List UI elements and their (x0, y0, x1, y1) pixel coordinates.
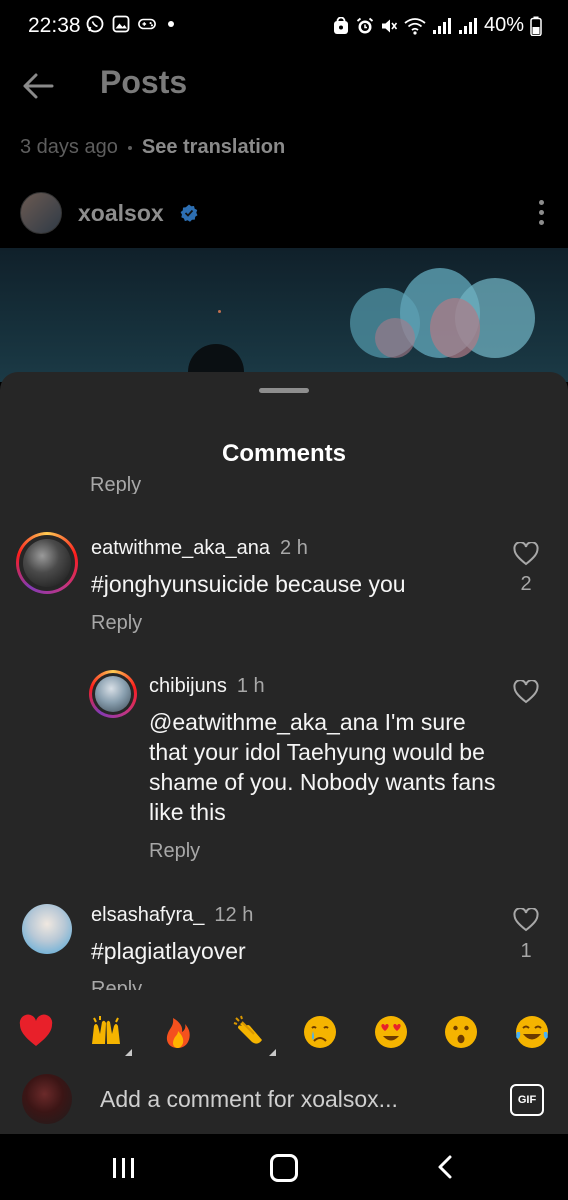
comment-avatar[interactable] (16, 532, 78, 594)
sheet-title: Comments (221, 440, 347, 467)
battery-percent: 40% (483, 14, 524, 36)
see-translation-link[interactable]: See translation (142, 136, 285, 159)
sheet-drag-handle[interactable] (259, 388, 309, 393)
author-username[interactable]: xoalsox (78, 200, 164, 227)
comment-time: 1 h (236, 675, 265, 697)
status-time: 22:38 (28, 14, 81, 37)
clapping-hands-emoji[interactable] (232, 1014, 276, 1056)
like-count: 2 (520, 573, 532, 595)
post-age: 3 days ago (20, 136, 118, 158)
emoji-quick-bar (0, 990, 568, 1066)
signal-1-icon (432, 17, 452, 35)
post-author[interactable]: xoalsox (20, 192, 198, 234)
back-arrow-icon[interactable] (20, 68, 56, 104)
comment-text: #jonghyunsuicide because you (91, 571, 406, 597)
author-avatar[interactable] (20, 192, 62, 234)
like-heart-icon[interactable] (513, 907, 539, 932)
page-title: Posts (100, 64, 188, 100)
gallery-icon (112, 15, 130, 33)
comment-username-row: elsashafyra_ 12 h (91, 904, 253, 927)
comment-avatar[interactable] (89, 670, 137, 718)
crying-face-emoji[interactable] (302, 1014, 338, 1050)
my-avatar (22, 1074, 72, 1124)
comment-time: 12 h (214, 904, 254, 926)
comment-time: 2 h (280, 537, 308, 559)
home-icon[interactable] (270, 1154, 298, 1182)
system-nav-bar (0, 1134, 568, 1200)
more-options-icon[interactable] (539, 200, 544, 225)
like-count: 1 (520, 940, 532, 962)
comments-sheet: Comments Reply eatwithme_aka_ana 2 h #jon… (0, 372, 568, 1134)
gamepad-icon (138, 15, 156, 33)
system-icons: 40% (332, 14, 542, 37)
comment-composer: Add a comment for xoalsox... GIF (0, 1066, 568, 1134)
notification-icons (86, 15, 174, 33)
recent-apps-icon[interactable] (113, 1158, 134, 1178)
status-bar: 22:38 40% (0, 0, 568, 52)
post-meta: 3 days ago See translation (20, 136, 285, 159)
battery-icon (530, 16, 542, 36)
heart-eyes-emoji[interactable] (373, 1014, 409, 1050)
signal-2-icon (458, 17, 478, 35)
cutoff-reply-button[interactable]: Reply (90, 476, 141, 494)
comment-username-row: chibijuns 1 h (149, 675, 265, 698)
comment-input[interactable]: Add a comment for xoalsox... (100, 1086, 398, 1113)
post-image (0, 248, 568, 382)
fire-emoji[interactable] (160, 1014, 196, 1050)
nav-back-icon[interactable] (434, 1154, 458, 1180)
comment-username[interactable]: eatwithme_aka_ana (91, 537, 270, 559)
comment-text: #plagiatlayover (91, 938, 246, 964)
red-heart-emoji[interactable] (18, 1014, 54, 1050)
comment-username[interactable]: elsashafyra_ (91, 904, 204, 926)
alarm-icon (356, 17, 374, 35)
reply-button[interactable]: Reply (91, 612, 142, 635)
tears-of-joy-emoji[interactable] (514, 1014, 550, 1050)
whatsapp-icon (86, 15, 104, 33)
screen-lock-icon (332, 16, 350, 35)
surprised-face-emoji[interactable] (443, 1014, 479, 1050)
more-notifications-dot (168, 21, 174, 27)
comment-username-row: eatwithme_aka_ana 2 h (91, 537, 308, 560)
mute-icon (380, 17, 398, 35)
comment-text: @eatwithme_aka_ana I'm sure that your id… (149, 709, 496, 825)
reply-button[interactable]: Reply (149, 840, 200, 863)
wifi-icon (404, 17, 426, 35)
gif-button[interactable]: GIF (510, 1084, 544, 1116)
verified-badge-icon (180, 204, 198, 222)
comment-username[interactable]: chibijuns (149, 675, 227, 697)
comment-avatar[interactable] (22, 904, 72, 954)
raising-hands-emoji[interactable] (88, 1014, 132, 1056)
like-heart-icon[interactable] (513, 679, 539, 704)
like-heart-icon[interactable] (513, 541, 539, 566)
meta-separator (127, 145, 132, 150)
